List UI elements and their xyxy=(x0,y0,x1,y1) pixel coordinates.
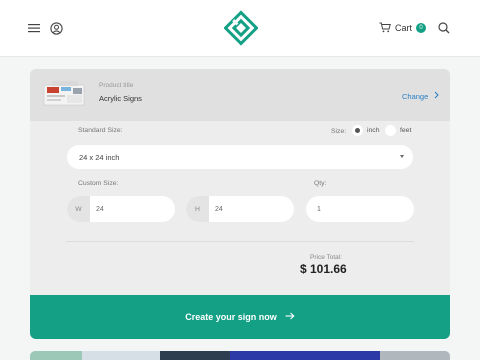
cart-label: Cart xyxy=(395,23,413,33)
standard-size-select[interactable]: 24 x 24 inch xyxy=(67,145,413,169)
chevron-right-icon xyxy=(434,91,439,101)
change-label: Change xyxy=(402,91,429,101)
unit-option-inch[interactable]: inch xyxy=(352,125,379,136)
search-icon[interactable] xyxy=(436,20,452,36)
account-circle-icon[interactable] xyxy=(48,20,64,36)
product-configurator-card: Product title Acrylic Signs Change Stand… xyxy=(30,69,450,339)
cart-button[interactable]: Cart 0 xyxy=(379,20,427,36)
standard-size-value: 24 x 24 inch xyxy=(79,152,120,162)
related-image-2 xyxy=(82,351,160,360)
height-value[interactable]: 24 xyxy=(209,206,223,213)
height-field[interactable]: H 24 xyxy=(186,196,294,222)
width-value[interactable]: 24 xyxy=(90,206,104,213)
price-total-value: $ 101.66 xyxy=(300,262,347,276)
top-navigation-bar: Cart 0 xyxy=(0,0,480,57)
create-sign-label: Create your sign now xyxy=(185,312,277,322)
related-image-5 xyxy=(380,351,450,360)
cart-icon xyxy=(379,22,391,35)
quantity-field[interactable]: 1 xyxy=(306,196,414,222)
related-image-3 xyxy=(160,351,230,360)
product-caption: Product title xyxy=(99,82,134,89)
custom-size-label: Custom Size: xyxy=(78,180,119,187)
radio-inch[interactable] xyxy=(352,125,363,136)
related-products-strip xyxy=(30,351,450,360)
related-image-1 xyxy=(30,351,82,360)
product-header: Product title Acrylic Signs Change xyxy=(30,69,450,121)
brand-logo-icon[interactable] xyxy=(223,10,259,46)
quantity-label: Qty: xyxy=(314,180,327,187)
price-total-label: Price Total: xyxy=(310,254,343,261)
chevron-down-icon xyxy=(400,155,404,158)
unit-feet-label: feet xyxy=(400,127,412,134)
cart-count-badge: 0 xyxy=(416,23,427,33)
product-name: Acrylic Signs xyxy=(99,94,142,103)
height-prefix: H xyxy=(186,196,209,222)
width-field[interactable]: W 24 xyxy=(67,196,175,222)
arrow-right-icon xyxy=(285,312,295,322)
create-sign-button[interactable]: Create your sign now xyxy=(30,295,450,339)
menu-icon[interactable] xyxy=(27,21,41,35)
related-image-4 xyxy=(230,351,380,360)
size-unit-label: Size: xyxy=(331,128,347,135)
product-thumbnail xyxy=(42,79,90,109)
quantity-value[interactable]: 1 xyxy=(317,206,321,213)
unit-inch-label: inch xyxy=(367,127,380,134)
unit-option-feet[interactable]: feet xyxy=(385,125,411,136)
radio-feet[interactable] xyxy=(385,125,396,136)
change-product-link[interactable]: Change xyxy=(402,91,439,101)
width-prefix: W xyxy=(67,196,90,222)
standard-size-label: Standard Size: xyxy=(78,127,123,134)
divider xyxy=(66,241,414,242)
